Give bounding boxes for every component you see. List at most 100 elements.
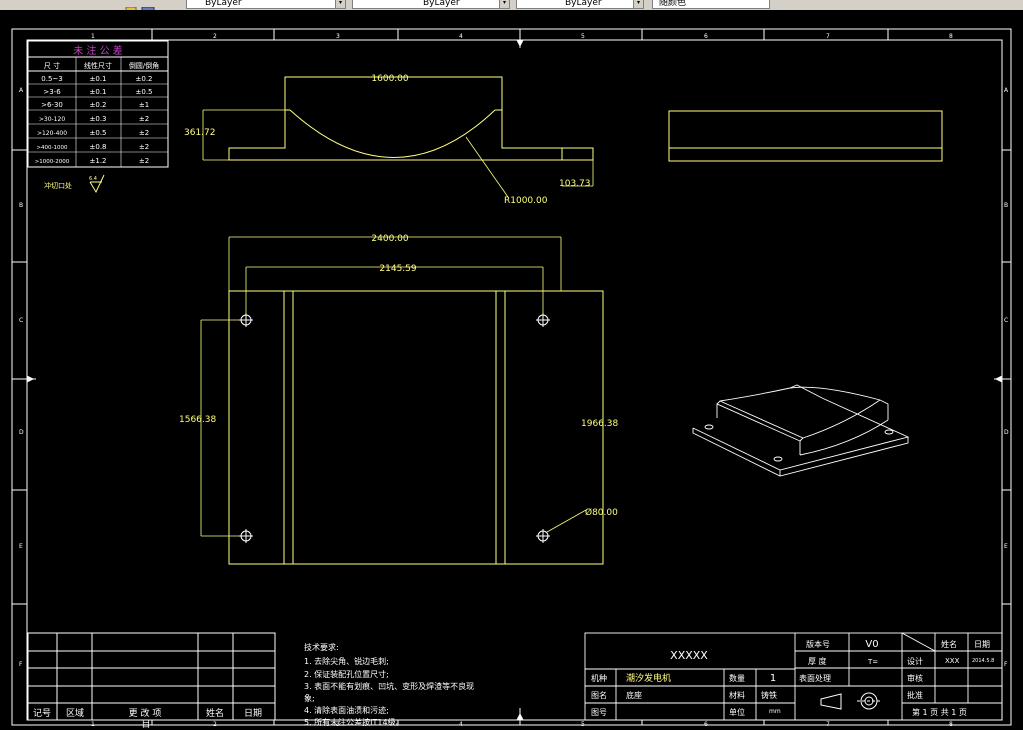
dim-right-height: 103.73 — [559, 179, 591, 189]
svg-text:技术要求:: 技术要求: — [304, 642, 339, 652]
svg-text:1: 1 — [770, 673, 776, 684]
svg-text:>30-120: >30-120 — [39, 116, 65, 123]
tolerance-table: 未 注 公 差 尺 寸 线性尺寸 倒圆/倒角 0.5~3 ±0.1 ±0.2 >3-… — [27, 40, 169, 194]
svg-text:2014.5.8: 2014.5.8 — [972, 658, 994, 664]
svg-text:第 1 页 共 1 页: 第 1 页 共 1 页 — [912, 707, 967, 717]
svg-text:±2: ±2 — [139, 129, 149, 137]
revision-block — [27, 632, 276, 721]
projection-symbol-icon — [820, 692, 881, 710]
svg-text:E: E — [19, 543, 23, 550]
svg-text:±0.8: ±0.8 — [90, 143, 107, 151]
layer-tools-icon[interactable] — [118, 0, 178, 10]
dim-left-height: 361.72 — [184, 128, 216, 138]
svg-text:底座: 底座 — [626, 690, 642, 700]
svg-text:F: F — [1004, 661, 1008, 668]
svg-text:±1.2: ±1.2 — [90, 157, 107, 165]
svg-text:线性尺寸: 线性尺寸 — [84, 61, 112, 70]
svg-text:1. 去除尖角、锐边毛刺;: 1. 去除尖角、锐边毛刺; — [304, 656, 389, 666]
svg-text:±2: ±2 — [139, 115, 149, 123]
svg-text:表面处理: 表面处理 — [799, 673, 831, 683]
svg-text:2: 2 — [213, 721, 217, 728]
tolerance-rows: 0.5~3 ±0.1 ±0.2 >3-6 ±0.1 ±0.5 >6-30 ±0.2 ±1 >… — [35, 75, 153, 165]
revision-mark: 目 — [141, 719, 150, 730]
front-view[interactable] — [228, 76, 594, 161]
svg-text:T=: T= — [867, 658, 878, 666]
svg-text:厚 度: 厚 度 — [808, 656, 827, 666]
svg-text:5: 5 — [581, 33, 585, 40]
svg-text:A: A — [19, 87, 24, 94]
svg-text:XXX: XXX — [945, 657, 960, 665]
svg-text:象;: 象; — [304, 693, 315, 703]
svg-text:F: F — [19, 661, 23, 668]
isometric-view[interactable] — [692, 384, 910, 477]
svg-text:5. 所有未注公差按IT14级。: 5. 所有未注公差按IT14级。 — [304, 717, 404, 727]
svg-text:0.5~3: 0.5~3 — [41, 75, 62, 83]
inner-border — [26, 39, 1003, 721]
drawing-title: XXXXX — [670, 649, 708, 662]
svg-text:C: C — [1004, 317, 1008, 324]
svg-text:区域: 区域 — [66, 707, 84, 719]
lineweight-combo[interactable]: ByLayer ▾ — [516, 0, 644, 9]
side-view[interactable] — [668, 110, 943, 162]
svg-text:5: 5 — [581, 721, 585, 728]
svg-text:4. 清除表面油渍和污迹;: 4. 清除表面油渍和污迹; — [304, 705, 389, 715]
linetype-combo[interactable]: ByLayer ▾ — [352, 0, 510, 9]
svg-text:±0.3: ±0.3 — [90, 115, 107, 123]
svg-text:±2: ±2 — [139, 157, 149, 165]
svg-text:2. 保证装配孔位置尺寸;: 2. 保证装配孔位置尺寸; — [304, 669, 389, 679]
tolerance-title: 未 注 公 差 — [73, 44, 123, 57]
svg-text:图名: 图名 — [591, 690, 607, 700]
svg-text:D: D — [1004, 429, 1009, 436]
svg-text:B: B — [1004, 202, 1008, 209]
svg-text:V0: V0 — [865, 639, 878, 650]
svg-text:更 改 项: 更 改 项 — [129, 707, 162, 719]
svg-text:6: 6 — [704, 721, 708, 728]
zone-ticks — [12, 29, 1011, 725]
svg-text:图号: 图号 — [591, 708, 607, 717]
svg-text:±0.5: ±0.5 — [90, 129, 107, 137]
plan-view[interactable] — [228, 290, 604, 565]
dim-hole-spacing-y: 1566.38 — [179, 415, 216, 425]
svg-text:记号: 记号 — [33, 708, 51, 719]
color-combo[interactable]: ByLayer ▾ — [186, 0, 346, 9]
svg-text:版本号: 版本号 — [806, 639, 830, 649]
dim-top-width: 1600.00 — [371, 74, 408, 84]
mounting-holes[interactable] — [239, 313, 550, 543]
svg-text:1: 1 — [91, 33, 95, 40]
svg-text:批准: 批准 — [907, 690, 923, 700]
svg-text:4: 4 — [459, 33, 463, 40]
front-view-dims — [202, 76, 594, 198]
dim-hole-diameter: Ø80.00 — [585, 507, 618, 518]
svg-text:倒圆/倒角: 倒圆/倒角 — [129, 61, 159, 70]
dim-hole-spacing-x: 2145.59 — [379, 264, 416, 274]
tech-requirements: 技术要求: 1. 去除尖角、锐边毛刺; 2. 保证装配孔位置尺寸; 3. 表面不… — [304, 642, 474, 727]
svg-text:8: 8 — [949, 721, 953, 728]
svg-text:>6-30: >6-30 — [41, 101, 63, 109]
svg-text:>3-6: >3-6 — [43, 88, 61, 96]
dim-radius: R1000.00 — [504, 196, 548, 206]
svg-text:3. 表面不能有划痕、凹坑、变形及焊渣等不良现: 3. 表面不能有划痕、凹坑、变形及焊渣等不良现 — [304, 681, 474, 691]
svg-text:设计: 设计 — [907, 656, 923, 666]
centering-marks — [12, 29, 1011, 725]
svg-text:A: A — [1004, 87, 1009, 94]
svg-text:C: C — [19, 317, 23, 324]
svg-text:日期: 日期 — [974, 640, 990, 649]
machine-value: 潮汐发电机 — [626, 672, 671, 684]
svg-text:姓名: 姓名 — [206, 707, 224, 719]
svg-text:1: 1 — [91, 721, 95, 728]
svg-text:6.4: 6.4 — [89, 176, 97, 182]
svg-text:2: 2 — [213, 33, 217, 40]
drawing-canvas[interactable]: 12 34 56 78 12 34 56 78 AB CD EF AB CD E… — [0, 10, 1023, 730]
cad-properties-toolbar: ByLayer ▾ ByLayer ▾ ByLayer ▾ 随颜色 — [0, 0, 1023, 10]
svg-text:±0.5: ±0.5 — [136, 88, 153, 96]
svg-text:D: D — [19, 429, 24, 436]
svg-text:±1: ±1 — [139, 101, 149, 109]
svg-text:4: 4 — [459, 721, 463, 728]
svg-text:尺 寸: 尺 寸 — [44, 61, 60, 70]
plan-view-dims — [200, 236, 587, 537]
plotstyle-combo[interactable]: 随颜色 — [652, 0, 770, 9]
dim-overall-height: 1966.38 — [581, 419, 618, 429]
svg-text:±2: ±2 — [139, 143, 149, 151]
svg-text:±0.1: ±0.1 — [90, 88, 107, 96]
svg-text:>120-400: >120-400 — [37, 130, 67, 137]
